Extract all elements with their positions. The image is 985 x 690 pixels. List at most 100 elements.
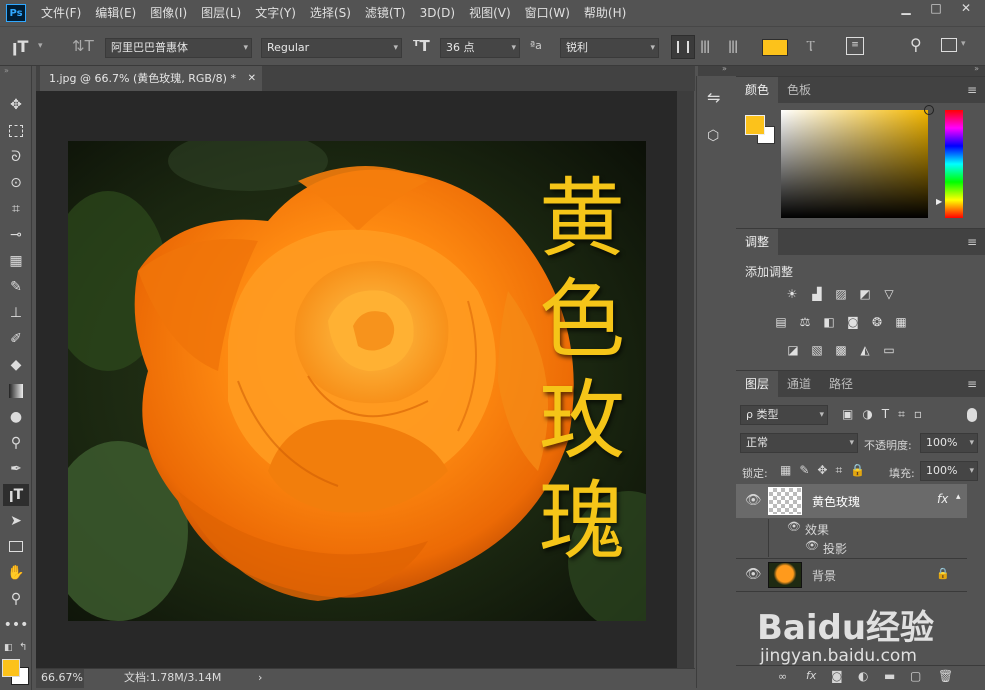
zoom-tool-icon[interactable]: ⚲ <box>3 588 29 610</box>
add-style-icon[interactable]: fx <box>806 669 816 682</box>
color-lookup-icon[interactable]: ▦ <box>892 314 910 330</box>
levels-icon[interactable]: ▟ <box>808 286 826 302</box>
document-tab[interactable]: 1.jpg @ 66.7% (黄色玫瑰, RGB/8) * ✕ <box>40 66 262 91</box>
menu-item-10[interactable]: 帮助(H) <box>577 0 633 26</box>
eraser-tool-icon[interactable]: ◆ <box>3 354 29 376</box>
foreground-color-swatch[interactable] <box>745 115 765 135</box>
vibrance-icon[interactable]: ▽ <box>880 286 898 302</box>
gradient-tool-icon[interactable] <box>3 380 29 402</box>
link-layers-icon[interactable]: ∞ <box>778 670 787 683</box>
path-selection-tool-icon[interactable]: ➤ <box>3 510 29 532</box>
toggle-text-orientation-icon[interactable]: ⇅T <box>72 37 94 55</box>
lock-icons[interactable]: ▦✎✥⌗🔒 <box>780 463 873 478</box>
color-field[interactable] <box>781 105 934 218</box>
invert-icon[interactable]: ◪ <box>784 342 802 358</box>
color-balance-icon[interactable]: ⚖ <box>796 314 814 330</box>
warp-text-icon[interactable]: Ⲧ <box>806 37 815 55</box>
brightness-contrast-icon[interactable]: ☀ <box>783 286 801 302</box>
close-tab-icon[interactable]: ✕ <box>248 66 256 91</box>
menu-item-1[interactable]: 编辑(E) <box>88 0 143 26</box>
gradient-map-icon[interactable]: ▭ <box>880 342 898 358</box>
new-group-icon[interactable]: ▬ <box>884 669 895 683</box>
filter-toggle[interactable] <box>967 408 977 422</box>
chevron-down-icon[interactable]: ▾ <box>961 39 966 49</box>
marquee-tool-icon[interactable] <box>3 120 29 142</box>
collapse-icon[interactable]: » <box>4 66 9 75</box>
adjustment-layer-icon[interactable]: ◐ <box>858 669 868 683</box>
menu-item-2[interactable]: 图像(I) <box>143 0 194 26</box>
fill-field[interactable]: 100% ▾ <box>920 461 978 481</box>
text-color-swatch[interactable] <box>762 39 788 56</box>
menu-item-7[interactable]: 3D(D) <box>413 0 462 26</box>
type-tool-preset-icon[interactable]: ꞁT <box>12 37 28 56</box>
menu-item-3[interactable]: 图层(L) <box>194 0 248 26</box>
lasso-tool-icon[interactable]: ᘐ <box>3 146 29 168</box>
font-size-select[interactable]: 36 点 ▾ <box>440 38 520 58</box>
align-left-icon[interactable] <box>671 35 695 59</box>
history-brush-tool-icon[interactable]: ✐ <box>3 328 29 350</box>
layer-row-text[interactable]: 👁 黄色玫瑰 fx ▴ <box>736 484 967 518</box>
type-tool-icon[interactable]: ꞁT <box>3 484 29 506</box>
chevron-down-icon[interactable]: ▾ <box>38 41 43 51</box>
eyedropper-tool-icon[interactable]: ⊸ <box>3 224 29 246</box>
tab-color[interactable]: 颜色 <box>736 77 779 103</box>
tab-channels[interactable]: 通道 <box>778 371 820 397</box>
visibility-eye-icon[interactable]: 👁 <box>745 567 762 582</box>
hue-slider[interactable] <box>945 110 963 218</box>
text-layer-content[interactable]: 黄色玫瑰 <box>536 169 628 573</box>
character-panel-icon[interactable]: ≡ <box>846 37 864 55</box>
menu-item-6[interactable]: 滤镜(T) <box>358 0 413 26</box>
minimize-button[interactable]: ▁ <box>891 0 921 18</box>
default-colors-icon[interactable]: ◧ <box>4 643 13 653</box>
font-family-select[interactable]: 阿里巴巴普惠体 ▾ <box>105 38 252 58</box>
restore-button[interactable]: □ <box>921 0 951 18</box>
close-button[interactable]: ✕ <box>951 0 981 18</box>
align-right-icon[interactable]: ||| <box>728 39 738 53</box>
threshold-icon[interactable]: ▩ <box>832 342 850 358</box>
3d-materials-icon[interactable]: ⬡ <box>707 128 719 144</box>
exposure-icon[interactable]: ◩ <box>856 286 874 302</box>
blur-tool-icon[interactable]: ● <box>3 406 29 428</box>
hue-saturation-icon[interactable]: ▤ <box>772 314 790 330</box>
vertical-scrollbar[interactable] <box>677 91 694 668</box>
selective-color-icon[interactable]: ◭ <box>856 342 874 358</box>
workspace-icon[interactable] <box>941 38 957 52</box>
menu-item-0[interactable]: 文件(F) <box>34 0 88 26</box>
crop-tool-icon[interactable]: ⌗ <box>3 198 29 220</box>
align-center-icon[interactable]: ||| <box>700 39 710 53</box>
layer-filter-icons[interactable]: ▣◑T⌗▫ <box>842 407 931 422</box>
tab-adjustments[interactable]: 调整 <box>736 229 779 255</box>
font-style-select[interactable]: Regular ▾ <box>261 38 402 58</box>
panel-menu-icon[interactable]: ≡ <box>967 235 977 249</box>
opacity-field[interactable]: 100% ▾ <box>920 433 978 453</box>
tab-layers[interactable]: 图层 <box>736 371 779 397</box>
new-layer-icon[interactable]: ▢ <box>910 669 921 683</box>
healing-brush-tool-icon[interactable]: ▦ <box>3 250 29 272</box>
collapse-icon[interactable]: » <box>722 64 727 73</box>
tab-swatches[interactable]: 色板 <box>778 77 820 103</box>
collapse-icon[interactable]: » <box>974 64 979 73</box>
quick-select-tool-icon[interactable]: ⊙ <box>3 172 29 194</box>
pen-tool-icon[interactable]: ✒ <box>3 458 29 480</box>
effects-eye-icon[interactable]: 👁 <box>787 520 801 533</box>
brush-tool-icon[interactable]: ✎ <box>3 276 29 298</box>
layer-filter-select[interactable]: ρ 类型 ▾ <box>740 405 828 425</box>
clone-stamp-tool-icon[interactable]: ⊥ <box>3 302 29 324</box>
more-tools-icon[interactable]: ••• <box>3 614 29 636</box>
drop-shadow-label[interactable]: 投影 <box>823 540 847 557</box>
panel-menu-icon[interactable]: ≡ <box>967 377 977 391</box>
layer-name[interactable]: 背景 <box>812 567 836 584</box>
menu-item-8[interactable]: 视图(V) <box>462 0 518 26</box>
hand-tool-icon[interactable]: ✋ <box>3 562 29 584</box>
photo-filter-icon[interactable]: ◙ <box>844 314 862 330</box>
zoom-level[interactable]: 66.67% <box>36 669 84 688</box>
menu-item-4[interactable]: 文字(Y) <box>248 0 303 26</box>
hue-slider-handle[interactable]: ▶ <box>936 197 942 206</box>
fx-badge[interactable]: fx <box>937 492 948 506</box>
foreground-color-swatch[interactable] <box>2 659 20 677</box>
rectangle-tool-icon[interactable] <box>3 536 29 558</box>
layer-name[interactable]: 黄色玫瑰 <box>812 493 860 510</box>
expand-effects-icon[interactable]: ▴ <box>956 492 961 502</box>
drop-shadow-eye-icon[interactable]: 👁 <box>805 539 819 552</box>
swap-colors-icon[interactable]: ↰ <box>19 642 27 653</box>
